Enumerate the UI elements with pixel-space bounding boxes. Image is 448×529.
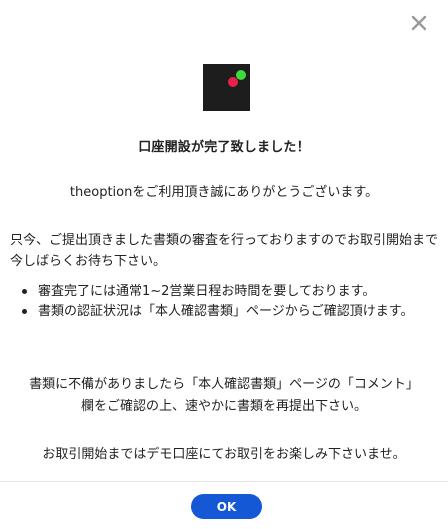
- list-item: 書類の認証状況は「本人確認書類」ページからご確認頂けます。: [20, 302, 432, 322]
- dialog-title: 口座開設が完了致しました！: [138, 140, 310, 155]
- footer-divider: [0, 481, 448, 482]
- bullet-icon: [22, 289, 27, 294]
- list-item: 審査完了には通常1~2営業日程お時間を要しております。: [20, 282, 432, 302]
- resubmit-notice-line1: 書類に不備がありましたら「本人確認書類」ページの「コメント」: [29, 377, 419, 392]
- close-icon: [411, 15, 427, 31]
- resubmit-notice: 書類に不備がありましたら「本人確認書類」ページの「コメント」 欄をご確認の上、速…: [0, 374, 448, 418]
- demo-account-notice: お取引開始まではデモ口座にてお取引をお楽しみ下さいませ。: [42, 447, 406, 462]
- list-item-text: 書類の認証状況は「本人確認書類」ページからご確認頂けます。: [38, 304, 414, 319]
- bullet-icon: [22, 309, 27, 314]
- list-item-text: 審査完了には通常1~2営業日程お時間を要しております。: [38, 284, 376, 299]
- account-opened-dialog: 口座開設が完了致しました！ theoptionをご利用頂き誠にありがとうございま…: [0, 0, 448, 529]
- theoption-logo: [203, 64, 250, 111]
- resubmit-notice-line2: 欄をご確認の上、速やかに書類を再提出下さい。: [80, 399, 367, 414]
- close-button[interactable]: [410, 14, 428, 32]
- review-notice: 只今、ご提出頂きました書類の審査を行っておりますのでお取引開始まで今しばらくお待…: [10, 233, 438, 269]
- info-list: 審査完了には通常1~2営業日程お時間を要しております。 書類の認証状況は「本人確…: [20, 282, 432, 322]
- greeting-text: theoptionをご利用頂き誠にありがとうございます。: [69, 185, 379, 200]
- ok-button[interactable]: OK: [191, 494, 262, 519]
- logo-red-dot: [228, 77, 238, 87]
- logo-green-dot: [236, 70, 246, 80]
